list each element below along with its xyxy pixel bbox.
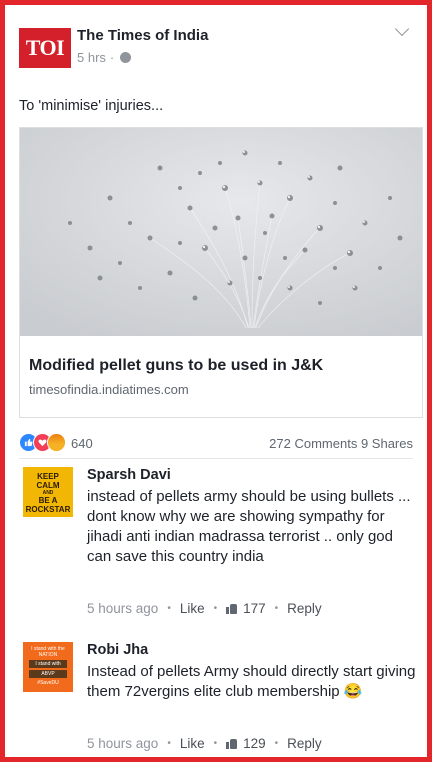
avatar-text: BE A — [38, 496, 58, 505]
separator-dot: • — [274, 738, 279, 749]
post-meta: 5 hrs · — [77, 50, 132, 65]
link-domain: timesofindia.indiatimes.com — [29, 382, 189, 397]
page-name-link[interactable]: The Times of India — [77, 27, 208, 44]
comment-time[interactable]: 5 hours ago — [87, 736, 158, 751]
comment-author[interactable]: Sparsh Davi — [87, 467, 171, 483]
comment-text: instead of pellets army should be using … — [87, 488, 411, 565]
avatar[interactable]: I stand with the NATION I stand with ABV… — [23, 642, 73, 692]
chevron-down-icon[interactable] — [394, 21, 410, 37]
link-preview-image[interactable] — [20, 128, 422, 336]
comment-text: Instead of pellets Army should directly … — [87, 663, 416, 700]
reply-button[interactable]: Reply — [287, 736, 322, 751]
globe-icon — [120, 52, 132, 63]
comments-count[interactable]: 272 Comments — [269, 436, 357, 451]
meta-separator: · — [109, 50, 115, 65]
comment-actions: 5 hours ago • Like • 177 • Reply — [87, 601, 322, 616]
avatar-text: NATION — [38, 652, 58, 658]
separator-dot: • — [274, 603, 279, 614]
thumbs-up-icon — [226, 603, 238, 614]
reply-button[interactable]: Reply — [287, 601, 322, 616]
post-time[interactable]: 5 hrs — [77, 50, 106, 65]
separator-dot: • — [213, 603, 218, 614]
comment-time[interactable]: 5 hours ago — [87, 601, 158, 616]
link-preview-card[interactable]: Modified pellet guns to be used in J&K t… — [19, 127, 423, 418]
comment-actions: 5 hours ago • Like • 129 • Reply — [87, 736, 322, 751]
divider — [19, 458, 413, 459]
separator-dot: • — [167, 738, 171, 749]
avatar-text: I stand with — [29, 660, 67, 668]
separator-dot: • — [167, 603, 171, 614]
angry-icon[interactable] — [47, 433, 66, 452]
comment-item: I stand with the NATION I stand with ABV… — [19, 642, 416, 757]
link-title[interactable]: Modified pellet guns to be used in J&K — [29, 357, 323, 375]
avatar-text: CALM — [36, 481, 60, 490]
screenshot-frame: TOI The Times of India 5 hrs · To 'minim… — [0, 0, 432, 762]
avatar[interactable]: KEEP CALM AND BE A ROCKSTAR — [23, 467, 73, 517]
post-header: TOI The Times of India 5 hrs · — [19, 21, 417, 72]
avatar-text: KEEP — [37, 472, 59, 481]
reactions-bar: 640 272 Comments 9 Shares — [19, 433, 413, 455]
comment-item: KEEP CALM AND BE A ROCKSTAR Sparsh Davi … — [19, 467, 413, 627]
page-avatar[interactable]: TOI — [19, 28, 71, 68]
reaction-count[interactable]: 640 — [71, 436, 93, 451]
avatar-text: #SaveDU — [37, 680, 59, 686]
comment-like-count[interactable]: 177 — [243, 601, 266, 616]
like-button[interactable]: Like — [180, 601, 205, 616]
pellet-xray-image — [20, 128, 422, 336]
post-stats: 272 Comments 9 Shares — [269, 436, 413, 451]
avatar-text: ABVP — [29, 670, 67, 678]
separator-dot: • — [213, 738, 218, 749]
comment-author[interactable]: Robi Jha — [87, 642, 148, 658]
shares-count[interactable]: 9 Shares — [361, 436, 413, 451]
like-button[interactable]: Like — [180, 736, 205, 751]
post-text: To 'minimise' injuries... — [19, 98, 164, 114]
avatar-text: ROCKSTAR — [25, 505, 71, 514]
comment-like-count[interactable]: 129 — [243, 736, 266, 751]
thumbs-up-icon — [226, 738, 238, 749]
